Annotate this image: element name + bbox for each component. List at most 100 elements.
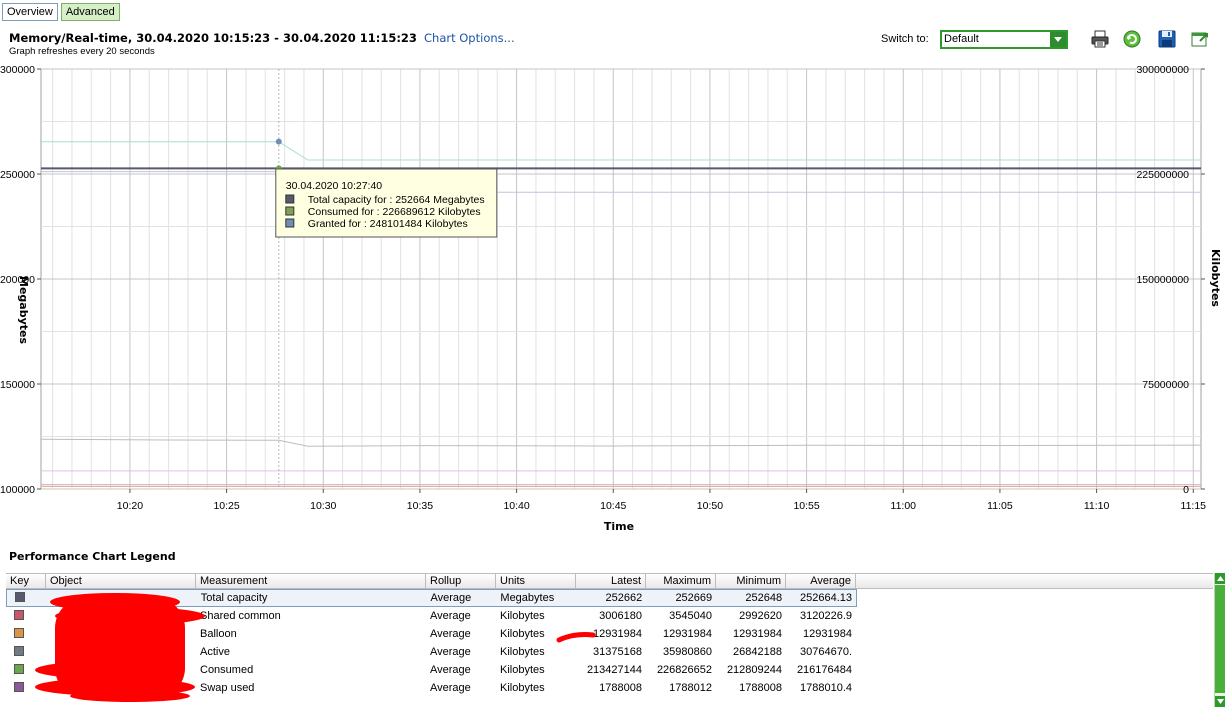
legend-cell-units: Kilobytes xyxy=(500,646,545,658)
legend-cell-measurement: Consumed xyxy=(200,664,254,676)
y-tick-label-left: 100000 xyxy=(0,484,35,496)
legend-cell-measurement: Active xyxy=(200,646,230,658)
y-tick-label-left: 150000 xyxy=(0,379,35,391)
view-tabs: Overview Advanced xyxy=(2,3,120,21)
tooltip-swatch xyxy=(285,206,295,216)
x-tick-label: 10:35 xyxy=(407,500,433,512)
save-icon[interactable] xyxy=(1157,29,1177,49)
redaction-mark xyxy=(556,632,596,643)
y-tick-label-right: 0 xyxy=(1183,484,1189,496)
col-header-latest[interactable]: Latest xyxy=(576,574,646,588)
y-tick-label-right: 300000000 xyxy=(1136,64,1189,76)
scroll-up-button[interactable] xyxy=(1215,573,1225,584)
legend-cell-rollup: Average xyxy=(430,682,471,694)
x-tick-label: 11:10 xyxy=(1084,500,1110,512)
legend-cell-minimum: 212809244 xyxy=(726,664,782,676)
y-tick-label-left: 250000 xyxy=(0,169,35,181)
col-header-average[interactable]: Average xyxy=(786,574,856,588)
x-tick-label: 10:40 xyxy=(503,500,529,512)
chart-options-link[interactable]: Chart Options... xyxy=(424,31,515,45)
col-header-rollup[interactable]: Rollup xyxy=(426,574,496,588)
legend-cell-measurement: Swap used xyxy=(200,682,255,694)
legend-cell-latest: 213427144 xyxy=(586,664,642,676)
hover-marker-granted xyxy=(275,138,282,145)
legend-cell-minimum: 2992620 xyxy=(739,610,782,622)
y-axis-label-left: Megabytes xyxy=(17,276,30,344)
switch-to-value: Default xyxy=(944,33,979,45)
redaction-scribble xyxy=(35,593,205,702)
legend-cell-maximum: 3545040 xyxy=(669,610,712,622)
switch-to-dropdown[interactable]: Default xyxy=(940,30,1068,49)
x-axis-label: Time xyxy=(604,520,634,533)
col-header-maximum[interactable]: Maximum xyxy=(646,574,716,588)
legend-cell-minimum: 26842188 xyxy=(733,646,782,658)
legend-cell-units: Megabytes xyxy=(500,592,555,604)
y-tick-label-right: 225000000 xyxy=(1136,169,1189,181)
legend-cell-minimum: 252648 xyxy=(745,592,783,604)
col-header-units[interactable]: Units xyxy=(496,574,576,588)
scroll-down-button[interactable] xyxy=(1215,696,1225,707)
tab-overview[interactable]: Overview xyxy=(2,3,58,21)
legend-cell-maximum: 12931984 xyxy=(663,628,712,640)
tooltip-time: 30.04.2020 10:27:40 xyxy=(286,180,383,192)
tooltip-line: Total capacity for : 252664 Megabytes xyxy=(308,194,485,206)
legend-cell-measurement: Shared common xyxy=(200,610,281,622)
tab-advanced[interactable]: Advanced xyxy=(60,3,120,21)
legend-cell-latest: 1788008 xyxy=(599,682,642,694)
tooltip-swatch xyxy=(285,218,295,228)
scroll-thumb[interactable] xyxy=(1215,585,1225,693)
x-tick-label: 10:25 xyxy=(213,500,239,512)
x-tick-label: 10:45 xyxy=(600,500,626,512)
legend-cell-rollup: Average xyxy=(430,610,471,622)
chevron-down-icon[interactable] xyxy=(1050,32,1066,47)
legend-cell-latest: 252662 xyxy=(605,592,643,604)
chart-title: Memory/Real-time, 30.04.2020 10:15:23 - … xyxy=(9,31,417,45)
legend-cell-units: Kilobytes xyxy=(500,664,545,676)
col-header-minimum[interactable]: Minimum xyxy=(716,574,786,588)
refresh-icon[interactable] xyxy=(1122,29,1142,49)
tooltip-line: Consumed for : 226689612 Kilobytes xyxy=(308,206,481,218)
tooltip-line: Granted for : 248101484 Kilobytes xyxy=(308,218,468,230)
legend-cell-minimum: 12931984 xyxy=(733,628,782,640)
col-header-object[interactable]: Object xyxy=(46,574,196,588)
col-header-key[interactable]: Key xyxy=(6,574,46,588)
y-tick-label-right: 150000000 xyxy=(1136,274,1189,286)
x-tick-label: 11:05 xyxy=(987,500,1013,512)
x-tick-label: 11:15 xyxy=(1181,500,1207,512)
legend-cell-latest: 3006180 xyxy=(599,610,642,622)
legend-cell-average: 12931984 xyxy=(803,628,852,640)
refresh-note: Graph refreshes every 20 seconds xyxy=(9,46,155,57)
col-header-measurement[interactable]: Measurement xyxy=(196,574,426,588)
legend-cell-average: 252664.13 xyxy=(800,592,852,604)
chart-grid xyxy=(40,68,1202,490)
legend-cell-maximum: 252669 xyxy=(675,592,713,604)
print-icon[interactable] xyxy=(1090,29,1110,49)
legend-cell-minimum: 1788008 xyxy=(739,682,782,694)
legend-cell-rollup: Average xyxy=(430,646,471,658)
legend-cell-measurement: Balloon xyxy=(200,628,237,640)
legend-cell-rollup: Average xyxy=(430,628,471,640)
y-axis-label-right: Kilobytes xyxy=(1209,249,1222,307)
legend-cell-maximum: 1788012 xyxy=(669,682,712,694)
x-tick-label: 11:00 xyxy=(891,500,917,512)
x-tick-label: 10:20 xyxy=(117,500,143,512)
y-tick-label-right: 75000000 xyxy=(1142,379,1189,391)
x-tick-label: 10:55 xyxy=(793,500,819,512)
export-icon[interactable] xyxy=(1190,29,1210,49)
legend-cell-average: 216176484 xyxy=(796,664,852,676)
legend-cell-average: 1788010.4 xyxy=(800,682,852,694)
legend-cell-rollup: Average xyxy=(430,664,471,676)
y-tick-label-left: 300000 xyxy=(0,64,35,76)
x-tick-label: 10:30 xyxy=(310,500,336,512)
legend-title: Performance Chart Legend xyxy=(9,550,176,563)
chart-header: Memory/Real-time, 30.04.2020 10:15:23 - … xyxy=(9,31,515,45)
legend-header-row: Key Object Measurement Rollup Units Late… xyxy=(6,573,1213,589)
legend-cell-rollup: Average xyxy=(430,592,472,604)
legend-scrollbar[interactable] xyxy=(1214,573,1225,707)
legend-cell-average: 3120226.9 xyxy=(800,610,852,622)
legend-cell-maximum: 226826652 xyxy=(656,664,712,676)
x-tick-label: 10:50 xyxy=(697,500,723,512)
legend-cell-maximum: 35980860 xyxy=(663,646,712,658)
legend-cell-units: Kilobytes xyxy=(500,682,545,694)
performance-chart: 3000002500002000001500001000003000000002… xyxy=(0,64,1222,533)
